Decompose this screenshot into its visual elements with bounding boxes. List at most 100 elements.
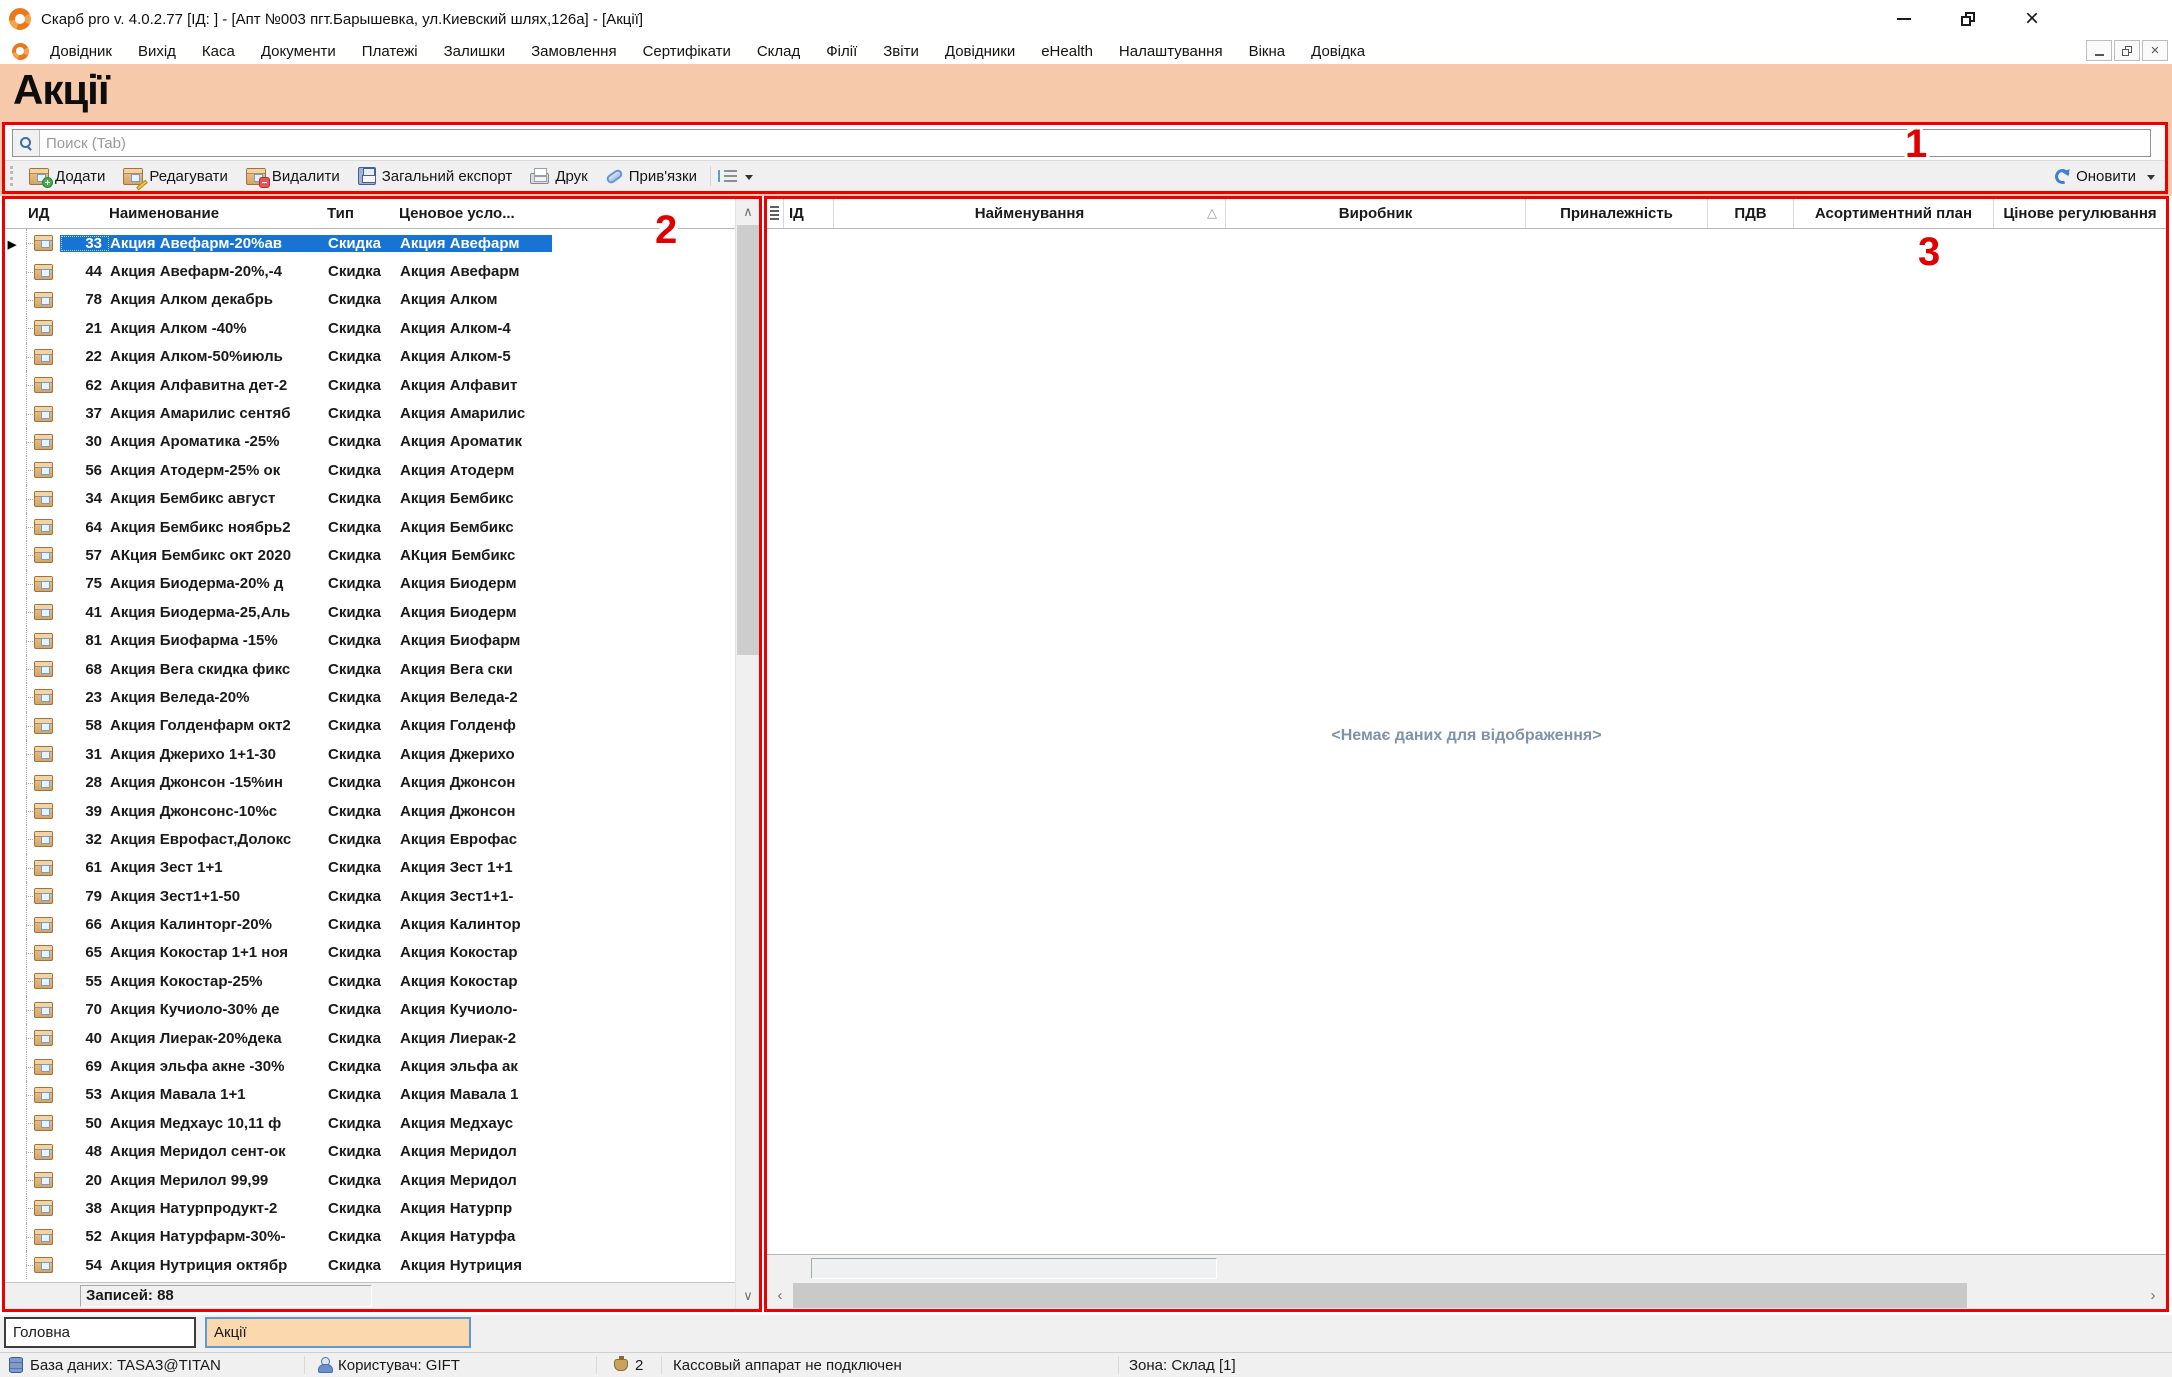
table-row[interactable]: 62 Акция Алфавитна дет-2 Скидка Акция Ал… xyxy=(5,371,735,399)
table-row[interactable]: 75 Акция Биодерма-20% д Скидка Акция Био… xyxy=(5,570,735,598)
table-row[interactable]: 31 Акция Джерихо 1+1-30 Скидка Акция Дже… xyxy=(5,740,735,768)
export-button[interactable]: Загальний експорт xyxy=(349,163,522,189)
menu-item[interactable]: Залишки xyxy=(431,43,519,60)
cell-name: Акция Джонсонс-10%с xyxy=(110,803,328,820)
menu-item[interactable]: Сертифікати xyxy=(630,43,744,60)
restore-button[interactable] xyxy=(1948,4,1988,34)
column-header-price-regulation[interactable]: Цінове регулювання xyxy=(1994,199,2166,228)
edit-button[interactable]: Редагувати xyxy=(114,163,237,189)
table-row[interactable]: 54 Акция Нутриция октябр Скидка Акция Ну… xyxy=(5,1251,735,1279)
mdi-restore-button[interactable] xyxy=(2114,40,2140,61)
table-row[interactable]: 40 Акция Лиерак-20%дека Скидка Акция Лие… xyxy=(5,1024,735,1052)
table-row[interactable]: 53 Акция Мавала 1+1 Скидка Акция Мавала … xyxy=(5,1081,735,1109)
cell-name: Акция Веледа-20% xyxy=(110,689,328,706)
tab-home[interactable]: Головна xyxy=(4,1317,196,1348)
menu-item[interactable]: Налаштування xyxy=(1106,43,1236,60)
table-row[interactable]: 39 Акция Джонсонс-10%с Скидка Акция Джон… xyxy=(5,797,735,825)
menu-item[interactable]: Вихід xyxy=(125,43,189,60)
column-header-vat[interactable]: ПДВ xyxy=(1708,199,1794,228)
table-row[interactable]: 57 АКция Бембикс окт 2020 Скидка АКция Б… xyxy=(5,541,735,569)
table-row[interactable]: 81 Акция Биофарма -15% Скидка Акция Биоф… xyxy=(5,626,735,654)
delete-button[interactable]: − Видалити xyxy=(237,163,349,189)
menu-item[interactable]: Каса xyxy=(189,43,248,60)
menu-item[interactable]: eHealth xyxy=(1028,43,1106,60)
scroll-down-icon[interactable]: ∨ xyxy=(736,1283,760,1309)
table-row[interactable]: 55 Акция Кокостар-25% Скидка Акция Кокос… xyxy=(5,967,735,995)
search-input[interactable] xyxy=(40,130,2150,156)
menu-item[interactable]: Склад xyxy=(744,43,813,60)
links-button[interactable]: Прив'язки xyxy=(597,163,706,189)
table-row[interactable]: 68 Акция Вега скидка фикс Скидка Акция В… xyxy=(5,655,735,683)
mdi-minimize-button[interactable] xyxy=(2086,40,2112,61)
table-row[interactable]: 58 Акция Голденфарм окт2 Скидка Акция Го… xyxy=(5,712,735,740)
table-row[interactable]: 20 Акция Мерилол 99,99 Скидка Акция Мери… xyxy=(5,1166,735,1194)
column-header-name[interactable]: Наименование xyxy=(109,205,327,222)
table-row[interactable]: 38 Акция Натурпродукт-2 Скидка Акция Нат… xyxy=(5,1194,735,1222)
table-row[interactable]: 30 Акция Ароматика -25% Скидка Акция Аро… xyxy=(5,428,735,456)
scrollbar-thumb[interactable] xyxy=(737,225,759,655)
scroll-up-icon[interactable]: ∧ xyxy=(736,199,760,225)
table-row[interactable]: 34 Акция Бембикс август Скидка Акция Бем… xyxy=(5,485,735,513)
table-row[interactable]: 44 Акция Авефарм-20%,-4 Скидка Акция Аве… xyxy=(5,257,735,285)
column-header-price-condition[interactable]: Ценовое усло... xyxy=(399,205,551,222)
menu-item[interactable]: Документи xyxy=(248,43,349,60)
cell-price-condition: Акция Биофарм xyxy=(400,632,552,649)
menu-item[interactable]: Платежі xyxy=(349,43,431,60)
table-row[interactable]: 52 Акция Натурфарм-30%- Скидка Акция Нат… xyxy=(5,1223,735,1251)
column-chooser-grip[interactable] xyxy=(767,199,784,228)
column-header-assortment-plan[interactable]: Асортиментний план xyxy=(1794,199,1994,228)
scroll-right-icon[interactable]: › xyxy=(2140,1282,2166,1309)
table-row[interactable]: 48 Акция Меридол сент-ок Скидка Акция Ме… xyxy=(5,1138,735,1166)
menu-item[interactable]: Звіти xyxy=(870,43,932,60)
refresh-button[interactable]: Оновити xyxy=(2046,163,2145,189)
refresh-chevron-down-icon[interactable] xyxy=(2147,175,2155,184)
table-row[interactable]: 61 Акция Зест 1+1 Скидка Акция Зест 1+1 xyxy=(5,854,735,882)
table-row[interactable]: 66 Акция Калинторг-20% Скидка Акция Кали… xyxy=(5,910,735,938)
horizontal-scrollbar[interactable]: ‹ › xyxy=(767,1282,2166,1309)
column-header-id[interactable]: ИД xyxy=(19,205,109,222)
menu-item[interactable]: Довідник xyxy=(37,43,125,60)
table-row[interactable]: 22 Акция Алком-50%июль Скидка Акция Алко… xyxy=(5,343,735,371)
minimize-button[interactable] xyxy=(1884,4,1924,34)
table-row[interactable]: 32 Акция Еврофаст,Долокс Скидка Акция Ев… xyxy=(5,825,735,853)
table-row[interactable]: 23 Акция Веледа-20% Скидка Акция Веледа-… xyxy=(5,683,735,711)
table-row[interactable]: 28 Акция Джонсон -15%ин Скидка Акция Джо… xyxy=(5,768,735,796)
menu-item[interactable]: Довідка xyxy=(1298,43,1378,60)
add-button[interactable]: + Додати xyxy=(20,163,114,189)
column-chooser-grip[interactable] xyxy=(5,205,19,222)
menu-item[interactable]: Замовлення xyxy=(518,43,629,60)
scroll-left-icon[interactable]: ‹ xyxy=(767,1282,793,1309)
table-row[interactable]: 70 Акция Кучиоло-30% де Скидка Акция Куч… xyxy=(5,996,735,1024)
table-row[interactable]: 69 Акция эльфа акне -30% Скидка Акция эл… xyxy=(5,1052,735,1080)
table-row[interactable]: 65 Акция Кокостар 1+1 ноя Скидка Акция К… xyxy=(5,939,735,967)
column-header-belonging[interactable]: Приналежність xyxy=(1526,199,1708,228)
table-row[interactable]: 56 Акция Атодерм-25% ок Скидка Акция Ато… xyxy=(5,456,735,484)
column-header-name[interactable]: Найменування △ xyxy=(834,199,1226,228)
table-row[interactable]: 79 Акция Зест1+1-50 Скидка Акция Зест1+1… xyxy=(5,882,735,910)
mdi-close-button[interactable]: × xyxy=(2142,40,2168,61)
table-row[interactable]: 78 Акция Алком декабрь Скидка Акция Алко… xyxy=(5,286,735,314)
menu-item[interactable]: Вікна xyxy=(1236,43,1299,60)
print-button[interactable]: Друк xyxy=(521,163,596,189)
menu-item[interactable]: Довідники xyxy=(932,43,1028,60)
tab-akcii-active[interactable]: Акції xyxy=(205,1317,471,1348)
table-row[interactable]: 21 Акция Алком -40% Скидка Акция Алком-4 xyxy=(5,314,735,342)
table-row[interactable]: 64 Акция Бембикс ноябрь2 Скидка Акция Бе… xyxy=(5,513,735,541)
column-header-type[interactable]: Тип xyxy=(327,205,399,222)
column-header-id[interactable]: ІД xyxy=(784,199,834,228)
promo-package-icon xyxy=(34,547,60,563)
table-row[interactable]: 41 Акция Биодерма-25,Аль Скидка Акция Би… xyxy=(5,598,735,626)
table-row[interactable]: 33 Акция Авефарм-20%ав Скидка Акция Авеф… xyxy=(5,229,735,257)
vertical-scrollbar[interactable]: ∧ ∨ xyxy=(735,199,759,1309)
search-field[interactable] xyxy=(12,129,2151,157)
cell-type: Скидка xyxy=(328,1257,400,1274)
scrollbar-thumb[interactable] xyxy=(793,1283,1967,1308)
table-row[interactable]: 37 Акция Амарилис сентяб Скидка Акция Ам… xyxy=(5,399,735,427)
status-database: База даних: TASA3@TITAN xyxy=(9,1353,221,1377)
close-button[interactable]: × xyxy=(2012,4,2052,34)
table-row[interactable]: 50 Акция Медхаус 10,11 ф Скидка Акция Ме… xyxy=(5,1109,735,1137)
column-header-manufacturer[interactable]: Виробник xyxy=(1226,199,1526,228)
menu-item[interactable]: Філії xyxy=(813,43,870,60)
search-button[interactable] xyxy=(13,130,40,156)
list-options-button[interactable] xyxy=(715,163,766,189)
